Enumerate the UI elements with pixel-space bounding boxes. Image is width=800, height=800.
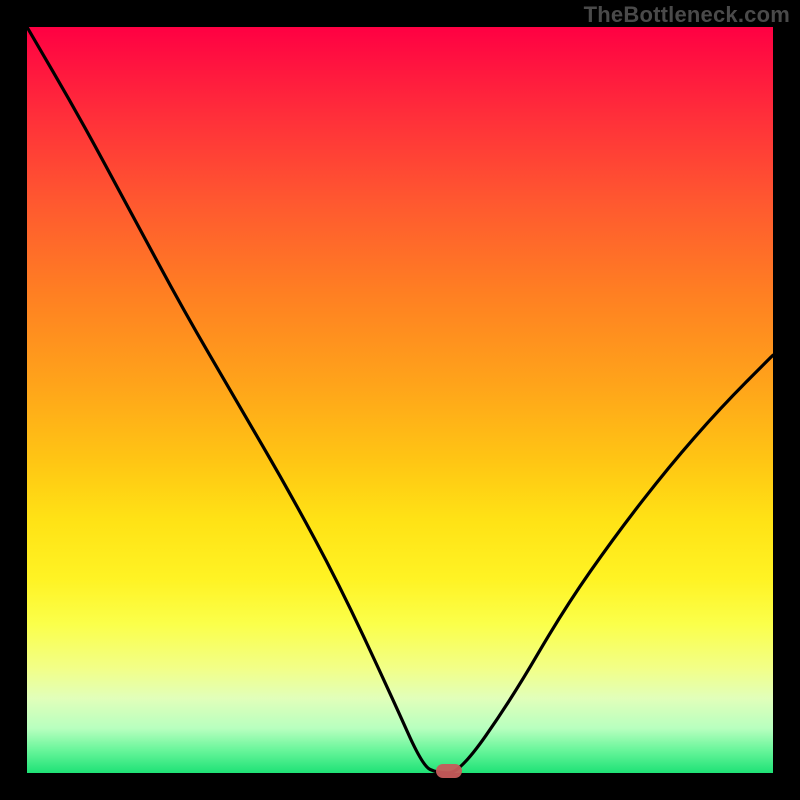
optimum-marker	[436, 764, 462, 778]
chart-frame: TheBottleneck.com	[0, 0, 800, 800]
bottleneck-curve	[27, 27, 773, 773]
curve-path	[27, 27, 773, 773]
watermark-text: TheBottleneck.com	[584, 2, 790, 28]
plot-area	[27, 27, 773, 773]
